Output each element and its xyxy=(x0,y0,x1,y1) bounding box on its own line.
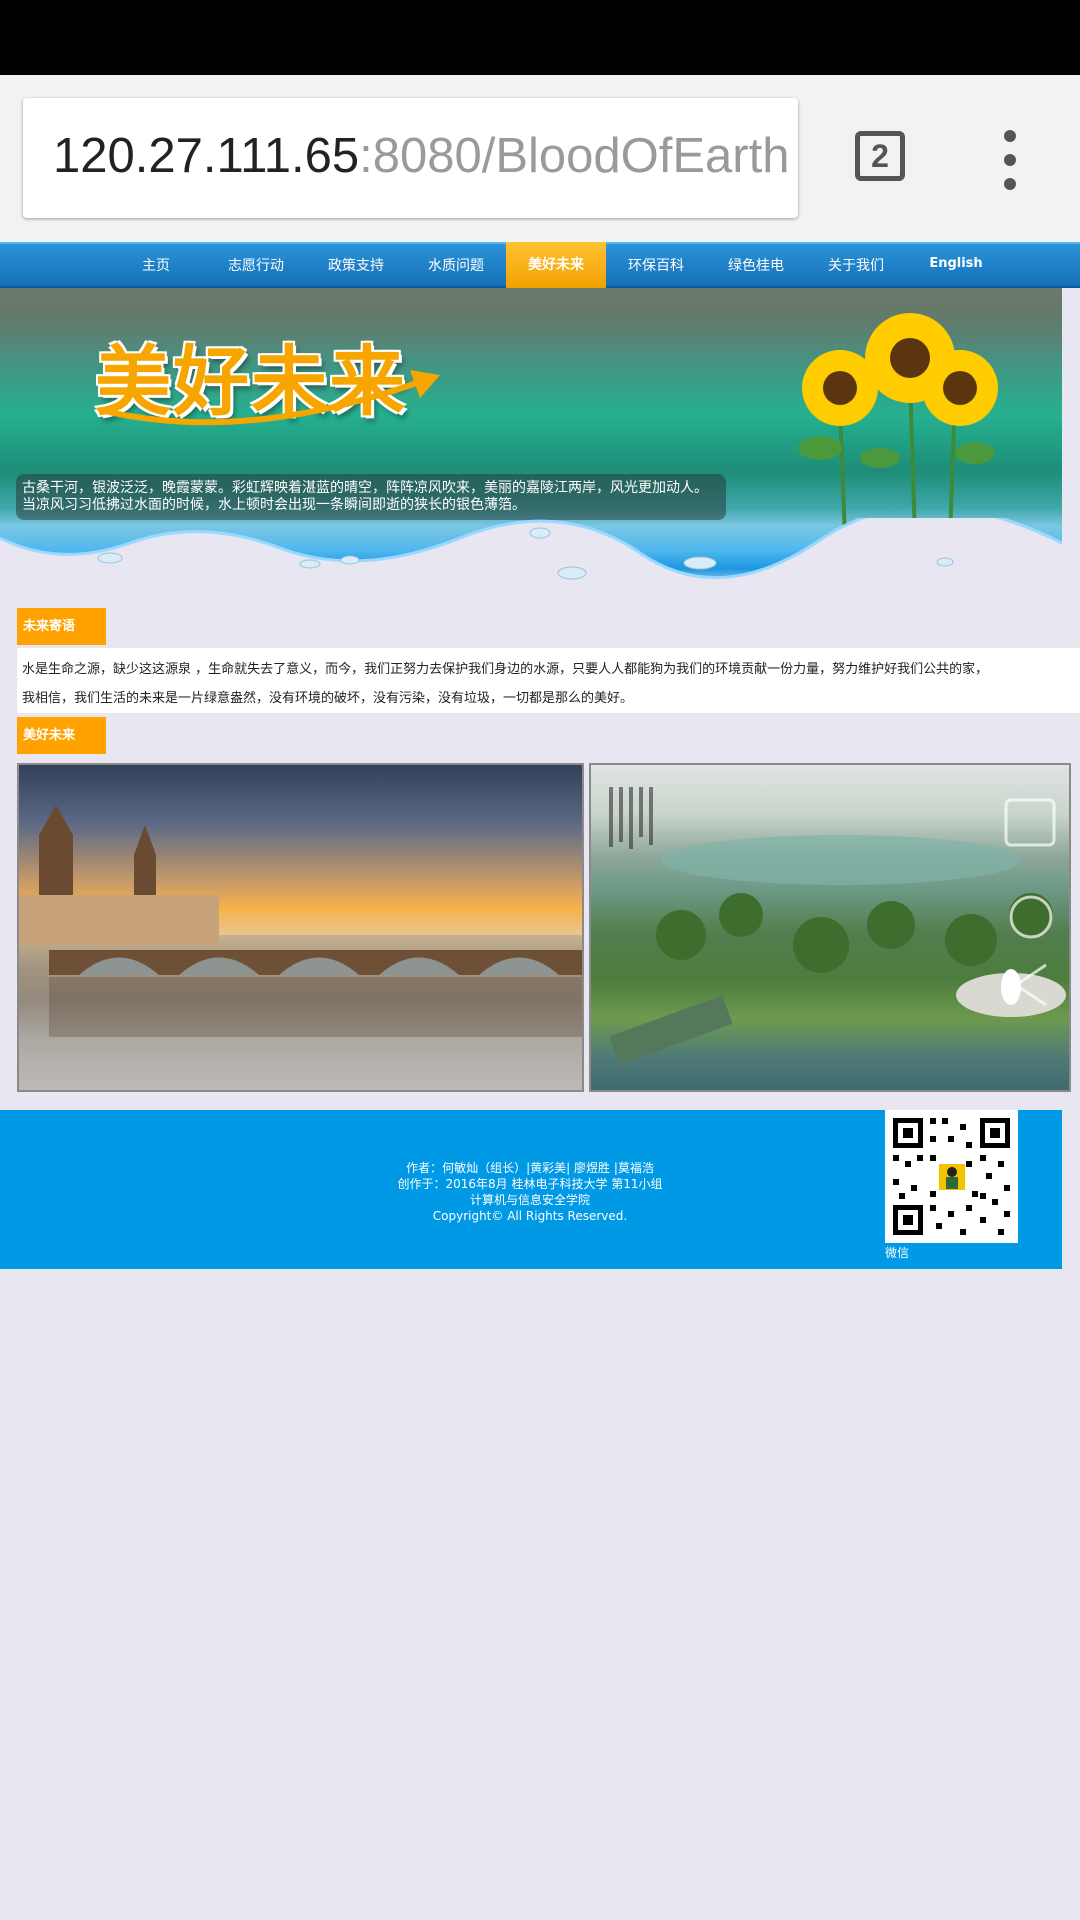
overflow-menu-icon[interactable] xyxy=(990,130,1030,190)
nav-policy[interactable]: 政策支持 xyxy=(306,244,406,288)
section-label-future-gallery: 美好未来 xyxy=(17,717,106,754)
nav-future[interactable]: 美好未来 xyxy=(506,242,606,288)
nav-volunteer[interactable]: 志愿行动 xyxy=(206,244,306,288)
banner-caption-line1: 古桑干河，银波泛泛，晚霞蒙蒙。彩虹辉映着湛蓝的晴空，阵阵凉风吹来，美丽的嘉陵江两… xyxy=(22,480,708,496)
url-text[interactable]: 120.27.111.65:8080/BloodOfEarth xyxy=(53,125,790,187)
sunflowers-image xyxy=(798,313,998,538)
banner-caption-line2: 当凉风习习低拂过水面的时候，水上顿时会出现一条瞬间即逝的狭长的银色薄箔。 xyxy=(22,497,526,513)
nav-about[interactable]: 关于我们 xyxy=(806,244,906,288)
wechat-label: 微信 xyxy=(885,1246,910,1260)
banner-caption: 古桑干河，银波泛泛，晚霞蒙蒙。彩虹辉映着湛蓝的晴空，阵阵凉风吹来，美丽的嘉陵江两… xyxy=(16,474,726,520)
url-path: :8080/BloodOfEarth xyxy=(359,129,790,183)
wechat-qr-code xyxy=(885,1110,1018,1243)
bridge-illustration xyxy=(19,805,582,1090)
address-bar[interactable]: 120.27.111.65:8080/BloodOfEarth xyxy=(23,98,798,218)
gallery-image-park[interactable] xyxy=(589,763,1071,1092)
status-bar xyxy=(0,0,1080,75)
banner-arrow-icon xyxy=(99,370,440,426)
park-illustration xyxy=(609,787,1066,1065)
tab-switcher-button[interactable]: 2 xyxy=(855,131,905,181)
nav-green-guet[interactable]: 绿色桂电 xyxy=(706,244,806,288)
water-wave-decoration xyxy=(0,518,1062,593)
page-footer: 作者：何敏灿（组长）|黄彩美| 廖煜胜 |莫福浩 创作于：2016年8月 桂林电… xyxy=(0,1110,1062,1269)
future-message-text: 水是生命之源，缺少这这源泉 ，生命就失去了意义，而今，我们正努力去保护我们身边的… xyxy=(17,648,1080,713)
qr-code-icon xyxy=(893,1118,1010,1235)
future-message-line2: 我相信，我们生活的未来是一片绿意盎然，没有环境的破坏，没有污染，没有垃圾，一切都… xyxy=(22,691,634,706)
footer-credits: 作者：何敏灿（组长）|黄彩美| 廖煜胜 |莫福浩 创作于：2016年8月 桂林电… xyxy=(330,1160,730,1224)
section-label-future-message: 未来寄语 xyxy=(17,608,106,645)
footer-created: 创作于：2016年8月 桂林电子科技大学 第11小组 xyxy=(397,1177,663,1191)
browser-toolbar: 120.27.111.65:8080/BloodOfEarth 2 xyxy=(0,75,1080,243)
nav-home[interactable]: 主页 xyxy=(106,244,206,288)
footer-college: 计算机与信息安全学院 xyxy=(469,1193,590,1207)
footer-authors: 作者：何敏灿（组长）|黄彩美| 廖煜胜 |莫福浩 xyxy=(406,1161,654,1175)
nav-encyclopedia[interactable]: 环保百科 xyxy=(606,244,706,288)
future-message-line1: 水是生命之源，缺少这这源泉 ，生命就失去了意义，而今，我们正努力去保护我们身边的… xyxy=(22,662,989,677)
gallery-image-bridge[interactable] xyxy=(17,763,584,1092)
hero-banner: 美好未来 古桑干河，银波泛泛，晚霞蒙蒙。彩虹辉映着湛蓝的晴空，阵阵凉风吹来，美丽… xyxy=(0,288,1062,593)
url-host: 120.27.111.65 xyxy=(53,129,360,183)
nav-english[interactable]: English xyxy=(906,244,1006,288)
nav-water-quality[interactable]: 水质问题 xyxy=(406,244,506,288)
footer-copyright: Copyright© All Rights Reserved. xyxy=(432,1209,628,1223)
main-nav: 主页 志愿行动 政策支持 水质问题 美好未来 环保百科 绿色桂电 关于我们 En… xyxy=(0,242,1080,288)
